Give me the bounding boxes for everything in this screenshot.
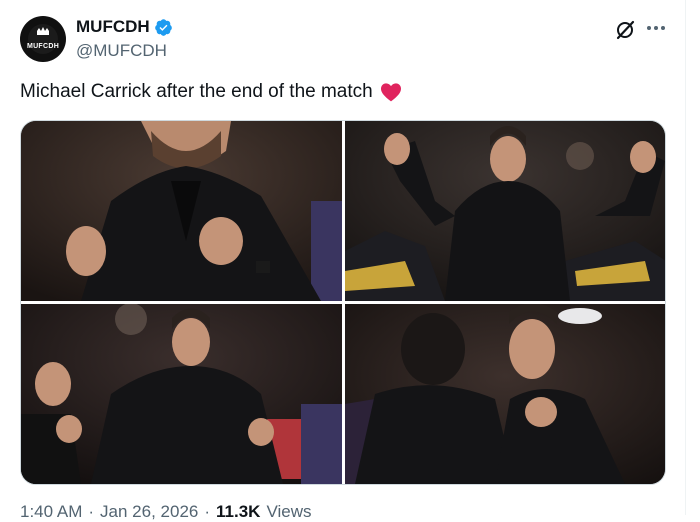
- avatar[interactable]: MUFCDH: [20, 16, 66, 62]
- author-handle[interactable]: @MUFCDH: [76, 41, 167, 61]
- photo-3-image: [21, 304, 342, 484]
- author-name-row: MUFCDH: [76, 17, 173, 37]
- grok-slash-circle-icon[interactable]: [614, 19, 636, 41]
- verified-badge-icon: [154, 18, 172, 36]
- views-count: 11.3K: [216, 502, 261, 521]
- right-scroll-edge: [685, 0, 700, 515]
- views-label: Views: [266, 502, 312, 521]
- tweet-text: Michael Carrick after the end of the mat…: [20, 80, 403, 104]
- photo-2-image: [345, 121, 665, 301]
- meta-separator: ·: [88, 502, 95, 521]
- media-grid: [20, 120, 666, 485]
- photo-4-image: [345, 304, 665, 484]
- meta-separator-2: ·: [204, 502, 211, 521]
- more-horizontal-icon[interactable]: [644, 18, 668, 38]
- tweet-meta: 1:40 AM · Jan 26, 2026 · 11.3K Views: [20, 502, 312, 522]
- photo-1[interactable]: [21, 121, 342, 301]
- tweet-date[interactable]: Jan 26, 2026: [100, 502, 198, 522]
- photo-4[interactable]: [345, 304, 665, 484]
- club-crest-icon: MUFCDH: [27, 24, 59, 54]
- tweet-body: Michael Carrick after the end of the mat…: [20, 81, 373, 102]
- photo-1-image: [21, 121, 342, 301]
- tweet-time[interactable]: 1:40 AM: [20, 502, 82, 522]
- heart-red-icon: [380, 83, 401, 102]
- photo-3[interactable]: [21, 304, 342, 484]
- display-name[interactable]: MUFCDH: [76, 17, 150, 37]
- tweet-card: MUFCDH MUFCDH @MUFCDH Michael Carrick af…: [0, 0, 686, 521]
- photo-2[interactable]: [345, 121, 665, 301]
